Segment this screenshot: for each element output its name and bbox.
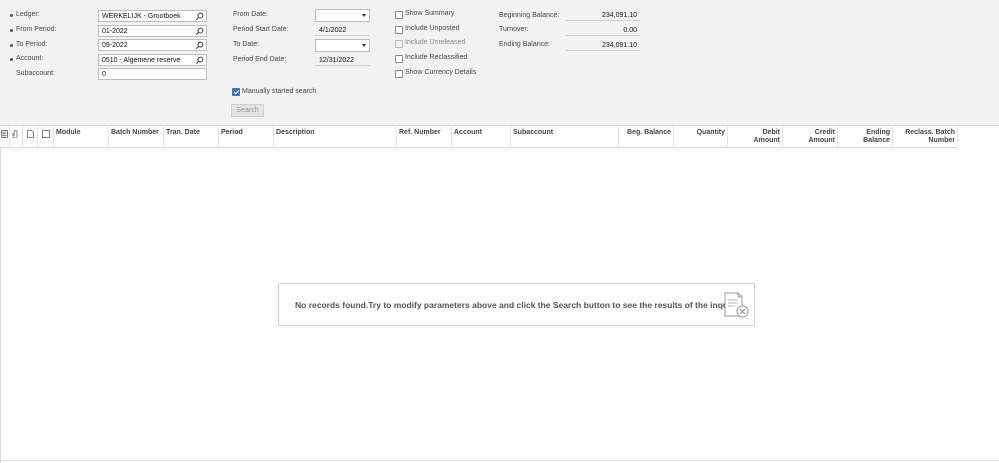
show-currency-details-label: Show Currency Details bbox=[405, 69, 477, 76]
to-period-value: 09-2022 bbox=[102, 42, 128, 49]
include-reclassified-checkbox[interactable] bbox=[395, 55, 403, 63]
period-end-date-label: Period End Date: bbox=[233, 56, 287, 63]
ledger-label: Ledger: bbox=[16, 11, 40, 18]
document-icon[interactable] bbox=[23, 126, 38, 148]
chevron-down-icon[interactable] bbox=[362, 44, 366, 47]
subaccount-value: 0 bbox=[102, 71, 106, 78]
show-currency-details-checkbox[interactable] bbox=[395, 70, 403, 78]
include-reclassified-label: Include Reclassified bbox=[405, 54, 468, 61]
period-start-date-label: Period Start Date: bbox=[233, 26, 289, 33]
search-button[interactable]: Search bbox=[231, 104, 264, 117]
from-date-picker[interactable] bbox=[315, 9, 370, 22]
period-end-date-value: 12/31/2022 bbox=[315, 56, 370, 66]
required-marker bbox=[10, 29, 13, 32]
ending-balance-value: 234,091.10 bbox=[566, 41, 640, 51]
beginning-balance-value: 234,091.10 bbox=[566, 11, 640, 21]
column-subaccount[interactable]: Subaccount bbox=[511, 126, 619, 148]
include-unposted-checkbox[interactable] bbox=[395, 26, 403, 34]
column-quantity[interactable]: Quantity bbox=[674, 126, 728, 148]
account-selector[interactable]: 0510 - Algemene reserve bbox=[98, 54, 207, 66]
column-module[interactable]: Module bbox=[54, 126, 109, 148]
search-icon[interactable] bbox=[195, 56, 204, 65]
to-period-label: To Period: bbox=[16, 41, 48, 48]
attachment-icon[interactable] bbox=[10, 126, 23, 148]
to-date-label: To Date: bbox=[233, 41, 260, 48]
subaccount-field[interactable]: 0 bbox=[98, 68, 207, 80]
grid-bottom-border bbox=[0, 460, 999, 461]
required-marker bbox=[10, 58, 13, 61]
filter-panel: Ledger: From Period: To Period: Account:… bbox=[0, 0, 999, 126]
no-records-document-icon bbox=[724, 292, 749, 318]
turnover-label: Turnover: bbox=[499, 26, 529, 33]
search-icon[interactable] bbox=[195, 27, 204, 36]
show-summary-label: Show Summary bbox=[405, 10, 455, 17]
manually-started-search-checkbox[interactable] bbox=[232, 88, 240, 96]
grid-left-border bbox=[0, 148, 1, 463]
include-unreleased-label: Include Unreleased bbox=[405, 39, 466, 46]
manually-started-search-label: Manually started search bbox=[242, 88, 317, 95]
from-period-selector[interactable]: 01-2022 bbox=[98, 25, 207, 37]
to-period-selector[interactable]: 09-2022 bbox=[98, 39, 207, 51]
ending-balance-label: Ending Balance: bbox=[499, 41, 550, 48]
grid-settings-icon[interactable] bbox=[0, 126, 10, 148]
chevron-down-icon[interactable] bbox=[362, 14, 366, 17]
column-beg-balance[interactable]: Beg. Balance bbox=[619, 126, 674, 148]
column-ref-number[interactable]: Ref. Number bbox=[397, 126, 452, 148]
turnover-value: 0.00 bbox=[566, 26, 640, 36]
from-period-label: From Period: bbox=[16, 26, 57, 33]
required-marker bbox=[10, 14, 13, 17]
column-tran-date[interactable]: Tran. Date bbox=[164, 126, 219, 148]
period-start-date-value: 4/1/2022 bbox=[315, 26, 370, 36]
column-description[interactable]: Description bbox=[274, 126, 397, 148]
column-reclass-batch-number[interactable]: Reclass. Batch Number bbox=[893, 126, 958, 148]
no-records-panel: No records found.Try to modify parameter… bbox=[278, 283, 755, 326]
show-summary-checkbox[interactable] bbox=[395, 11, 403, 19]
beginning-balance-label: Beginning Balance: bbox=[499, 12, 560, 19]
column-batch-number[interactable]: Batch Number bbox=[109, 126, 164, 148]
search-icon[interactable] bbox=[195, 41, 204, 50]
column-period[interactable]: Period bbox=[219, 126, 274, 148]
no-records-message: No records found.Try to modify parameter… bbox=[295, 300, 741, 310]
from-date-label: From Date: bbox=[233, 11, 269, 18]
column-ending-balance[interactable]: Ending Balance bbox=[838, 126, 893, 148]
include-unreleased-checkbox[interactable] bbox=[395, 40, 403, 48]
required-marker bbox=[10, 44, 13, 47]
grid-header: Module Batch Number Tran. Date Period De… bbox=[0, 126, 958, 148]
to-date-picker[interactable] bbox=[315, 39, 370, 52]
ledger-selector[interactable]: WERKELIJK - Grootboek bbox=[98, 10, 207, 22]
include-unposted-label: Include Unposted bbox=[405, 25, 460, 32]
ledger-value: WERKELIJK - Grootboek bbox=[102, 13, 181, 20]
from-period-value: 01-2022 bbox=[102, 28, 128, 35]
column-credit-amount[interactable]: Credit Amount bbox=[783, 126, 838, 148]
account-value: 0510 - Algemene reserve bbox=[102, 57, 181, 64]
column-debit-amount[interactable]: Debit Amount bbox=[728, 126, 783, 148]
search-icon[interactable] bbox=[195, 12, 204, 21]
column-account[interactable]: Account bbox=[452, 126, 511, 148]
select-all-checkbox[interactable] bbox=[38, 126, 54, 148]
account-label: Account: bbox=[16, 55, 44, 62]
subaccount-label: Subaccount: bbox=[16, 70, 55, 77]
